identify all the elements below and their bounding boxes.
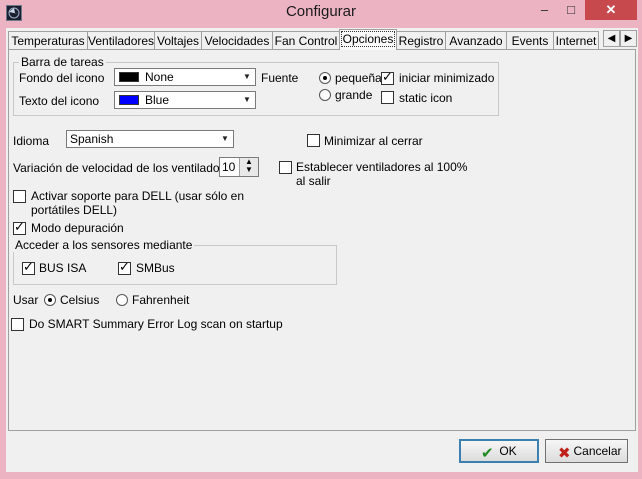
smart-log-label[interactable]: Do SMART Summary Error Log scan on start…	[29, 317, 283, 331]
start-minimized-checkbox[interactable]	[381, 70, 394, 85]
configure-window: Configurar – □ ✕ Temperaturas Ventilador…	[0, 0, 642, 479]
font-small-label[interactable]: pequeña	[335, 71, 382, 85]
fans-100-label[interactable]: Establecer ventiladores al 100% al salir	[296, 160, 476, 188]
icon-text-value: Blue	[145, 93, 170, 107]
start-minimized-label[interactable]: iniciar minimizado	[399, 71, 494, 85]
tab-label: Ventiladores	[88, 34, 155, 48]
icon-background-swatch	[119, 72, 139, 82]
minimize-on-close-label[interactable]: Minimizar al cerrar	[324, 134, 423, 148]
tab-fan-control[interactable]: Fan Control	[272, 31, 340, 49]
static-icon-checkbox[interactable]	[381, 91, 394, 104]
bus-isa-checkbox[interactable]	[22, 260, 35, 275]
debug-mode-checkbox[interactable]	[13, 220, 26, 235]
language-label: Idioma	[13, 134, 50, 148]
fan-speed-label: Variación de velocidad de los ventilador…	[13, 161, 237, 175]
tab-temperaturas[interactable]: Temperaturas	[8, 31, 88, 49]
tab-label: Registro	[398, 34, 444, 48]
fahrenheit-radio[interactable]	[116, 294, 128, 306]
tab-scroll-right-icon[interactable]: ▶	[620, 30, 637, 47]
tab-velocidades[interactable]: Velocidades	[201, 31, 273, 49]
tab-label: Avanzado	[449, 34, 503, 48]
language-value: Spanish	[70, 132, 114, 146]
icon-text-swatch	[119, 95, 139, 105]
cancel-button[interactable]: ✖ Cancelar	[545, 439, 628, 463]
stepper-arrows-icon[interactable]: ▲ ▼	[239, 158, 258, 176]
units-label: Usar	[13, 293, 39, 307]
tab-scroll-left-icon[interactable]: ◀	[603, 30, 620, 47]
static-icon-label[interactable]: static icon	[399, 91, 452, 105]
minimize-on-close-checkbox[interactable]	[307, 134, 320, 147]
dialog-client-area: Temperaturas Ventiladores Voltajes Veloc…	[6, 28, 638, 472]
smart-log-checkbox[interactable]	[11, 318, 24, 331]
tab-ventiladores[interactable]: Ventiladores	[87, 31, 155, 49]
tab-label: Events	[511, 34, 549, 48]
minimize-button[interactable]: –	[531, 0, 558, 20]
fans-100-checkbox[interactable]	[279, 161, 292, 174]
chevron-down-icon: ▼	[243, 72, 251, 81]
tab-opciones[interactable]: Opciones	[339, 29, 397, 50]
smbus-label[interactable]: SMBus	[136, 261, 175, 275]
ok-button-label: OK	[499, 444, 517, 458]
tab-label: Voltajes	[156, 34, 200, 48]
smbus-checkbox[interactable]	[118, 260, 131, 275]
maximize-button[interactable]: □	[558, 0, 584, 20]
celsius-radio[interactable]	[44, 294, 56, 306]
icon-text-label: Texto del icono	[19, 94, 100, 108]
chevron-down-icon: ▼	[221, 134, 229, 143]
options-panel: Barra de tareas Fondo del icono None ▼ T…	[8, 49, 636, 431]
font-large-label[interactable]: grande	[335, 88, 372, 102]
title-bar[interactable]: Configurar – □ ✕	[0, 0, 642, 28]
tab-label: Internet	[555, 34, 597, 48]
cancel-button-label: Cancelar	[573, 444, 622, 458]
icon-background-select[interactable]: None ▼	[114, 68, 256, 86]
tab-label: Opciones	[340, 31, 396, 47]
fahrenheit-label[interactable]: Fahrenheit	[132, 293, 189, 307]
tab-internet[interactable]: Internet	[553, 31, 599, 49]
dell-support-checkbox[interactable]	[13, 190, 26, 203]
debug-mode-label[interactable]: Modo depuración	[31, 221, 124, 235]
font-label: Fuente	[261, 71, 299, 85]
celsius-label[interactable]: Celsius	[60, 293, 99, 307]
dell-support-label[interactable]: Activar soporte para DELL (usar sólo en …	[31, 189, 271, 217]
tab-registro[interactable]: Registro	[396, 31, 446, 49]
taskbar-group: Barra de tareas Fondo del icono None ▼ T…	[13, 55, 499, 116]
icon-text-select[interactable]: Blue ▼	[114, 91, 256, 109]
fan-speed-value: 10	[222, 160, 236, 174]
tab-voltajes[interactable]: Voltajes	[154, 31, 202, 49]
icon-background-value: None	[145, 70, 174, 84]
sensors-group: Acceder a los sensores mediante BUS ISA …	[13, 238, 337, 285]
language-select[interactable]: Spanish ▼	[66, 130, 234, 148]
taskbar-group-title: Barra de tareas	[19, 55, 106, 69]
checkmark-icon: ✔	[481, 444, 494, 462]
close-button[interactable]: ✕	[585, 0, 637, 20]
tab-events[interactable]: Events	[506, 31, 554, 49]
bus-isa-label[interactable]: BUS ISA	[39, 261, 86, 275]
font-small-radio[interactable]	[319, 72, 331, 84]
font-large-radio[interactable]	[319, 89, 331, 101]
tab-avanzado[interactable]: Avanzado	[445, 31, 507, 49]
tab-label: Temperaturas	[11, 34, 85, 48]
ok-button[interactable]: ✔ OK	[459, 439, 539, 463]
cancel-x-icon: ✖	[558, 444, 571, 462]
chevron-down-icon: ▼	[243, 95, 251, 104]
sensors-group-title: Acceder a los sensores mediante	[13, 238, 195, 252]
tab-label: Velocidades	[204, 34, 270, 48]
fan-speed-stepper[interactable]: 10 ▲ ▼	[219, 157, 259, 177]
tab-label: Fan Control	[274, 34, 338, 48]
icon-background-label: Fondo del icono	[19, 71, 105, 85]
